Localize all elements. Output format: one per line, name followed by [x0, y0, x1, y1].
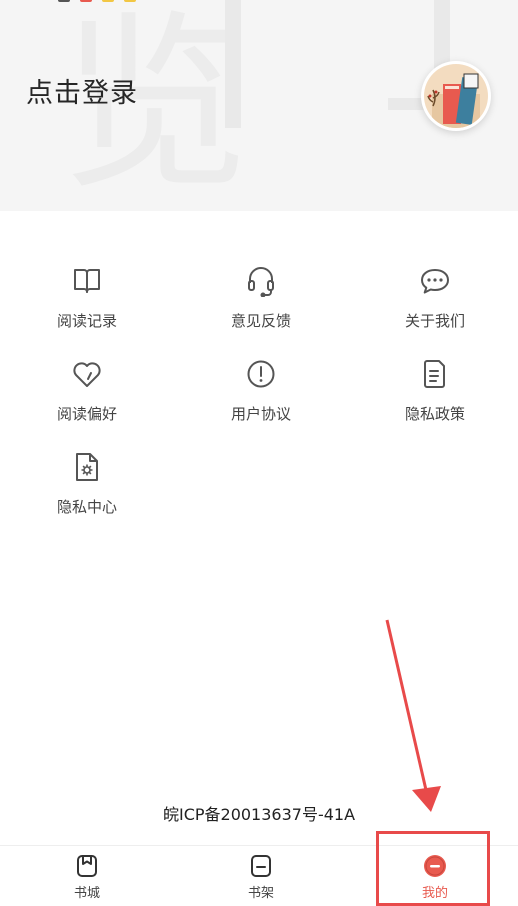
tab-label: 书城	[73, 886, 100, 901]
profile-header: 览 点击登录	[0, 0, 518, 211]
menu-item-reading-preference[interactable]: 阅读偏好	[27, 357, 147, 437]
avatar-books-icon	[424, 64, 488, 128]
menu-item-privacy-policy[interactable]: 隐私政策	[375, 357, 495, 437]
tab-label: 书架	[247, 886, 274, 901]
chat-bubble-icon	[419, 264, 451, 298]
bookshelf-icon	[251, 855, 271, 877]
decor-line	[225, 0, 241, 128]
menu-item-label: 阅读偏好	[56, 405, 117, 423]
menu-item-reading-history[interactable]: 阅读记录	[27, 264, 147, 344]
menu-item-privacy-center[interactable]: 隐私中心	[27, 450, 147, 530]
heart-icon	[71, 357, 103, 391]
annotation-highlight-box	[376, 831, 490, 906]
avatar[interactable]	[421, 61, 491, 131]
bookstore-icon	[77, 855, 97, 877]
login-link[interactable]: 点击登录	[26, 71, 138, 110]
menu-item-feedback[interactable]: 意见反馈	[201, 264, 321, 344]
tab-bookshelf[interactable]: 书架	[201, 854, 321, 901]
menu-item-label: 关于我们	[404, 312, 465, 330]
settings-file-icon	[71, 450, 103, 484]
tab-bookstore[interactable]: 书城	[27, 854, 147, 901]
menu-item-user-agreement[interactable]: 用户协议	[201, 357, 321, 437]
menu-item-label: 意见反馈	[230, 312, 291, 330]
menu-item-label: 隐私政策	[404, 405, 465, 423]
info-circle-icon	[245, 357, 277, 391]
menu-item-about-us[interactable]: 关于我们	[375, 264, 495, 344]
document-icon	[419, 357, 451, 391]
book-open-icon	[71, 264, 103, 298]
icp-license: 皖ICP备20013637号-41A	[162, 805, 356, 824]
menu-item-label: 阅读记录	[56, 312, 117, 330]
menu-item-label: 隐私中心	[56, 498, 117, 516]
headset-icon	[245, 264, 277, 298]
menu-item-label: 用户协议	[230, 405, 291, 423]
